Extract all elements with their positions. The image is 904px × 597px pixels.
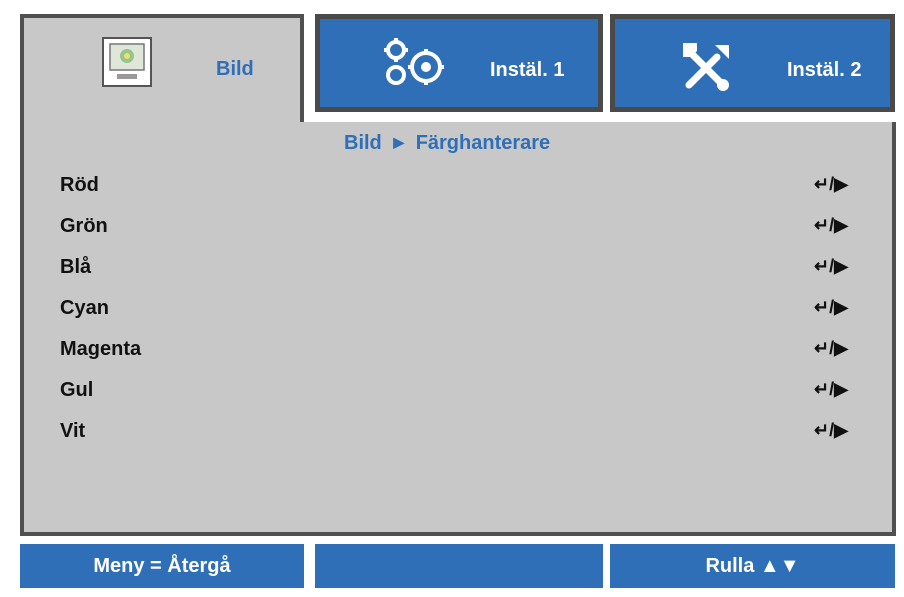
menu-item-label: Blå — [60, 256, 92, 278]
breadcrumb-current: Färghanterare — [415, 132, 551, 154]
tab-bild[interactable]: Bild — [20, 14, 304, 126]
menu-item-rod[interactable]: Röd ↵/▶ — [60, 174, 860, 204]
menu-item-gron[interactable]: Grön ↵/▶ — [60, 215, 860, 245]
breadcrumb: Bild ▶ Färghanterare — [344, 132, 550, 155]
enter-arrow-icon: ↵/▶ — [814, 420, 848, 440]
menu-item-label: Grön — [60, 215, 108, 237]
footer-scroll: Rulla ▲▼ — [610, 544, 895, 588]
menu-item-cyan[interactable]: Cyan ↵/▶ — [60, 297, 860, 327]
tab-install-1[interactable]: Instäl. 1 — [315, 14, 603, 112]
triangle-right-icon: ▶ — [393, 134, 405, 150]
enter-arrow-icon: ↵/▶ — [814, 256, 848, 276]
footer-middle — [315, 544, 603, 588]
gears-icon — [384, 38, 444, 85]
tab-label: Bild — [216, 58, 254, 80]
menu-item-label: Cyan — [60, 297, 109, 319]
picture-icon — [102, 37, 152, 87]
footer-menu-return: Meny = Återgå — [20, 544, 304, 588]
enter-arrow-icon: ↵/▶ — [814, 174, 848, 194]
menu-panel: Bild ▶ Färghanterare Röd ↵/▶ Grön ↵/▶ Bl… — [20, 122, 896, 536]
menu-item-bla[interactable]: Blå ↵/▶ — [60, 256, 860, 286]
menu-item-label: Vit — [60, 420, 86, 442]
menu-item-label: Magenta — [60, 338, 142, 360]
tools-icon — [683, 43, 729, 91]
footer-right-label: Rulla ▲▼ — [705, 554, 800, 577]
footer-left-label: Meny = Återgå — [93, 554, 231, 577]
enter-arrow-icon: ↵/▶ — [814, 338, 848, 358]
enter-arrow-icon: ↵/▶ — [814, 297, 848, 317]
menu-item-label: Gul — [60, 379, 94, 401]
tab-label: Instäl. 1 — [490, 59, 565, 81]
menu-item-magenta[interactable]: Magenta ↵/▶ — [60, 338, 860, 368]
menu-item-gul[interactable]: Gul ↵/▶ — [60, 379, 860, 409]
breadcrumb-parent: Bild — [344, 132, 382, 154]
menu-item-vit[interactable]: Vit ↵/▶ — [60, 420, 860, 450]
tab-label: Instäl. 2 — [787, 59, 862, 81]
tab-install-2[interactable]: Instäl. 2 — [610, 14, 895, 112]
menu-item-label: Röd — [60, 174, 99, 196]
enter-arrow-icon: ↵/▶ — [814, 215, 848, 235]
enter-arrow-icon: ↵/▶ — [814, 379, 848, 399]
